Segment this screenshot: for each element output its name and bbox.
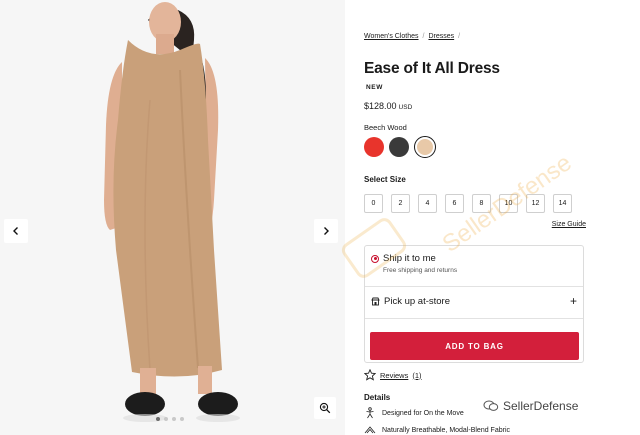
- gallery-dot[interactable]: [156, 417, 160, 421]
- price-currency: USD: [398, 104, 413, 111]
- product-image: [0, 0, 345, 435]
- watermark-text: SellerDefense: [503, 399, 579, 413]
- reviews-label: Reviews: [380, 370, 409, 380]
- ship-option[interactable]: Ship it to me Free shipping and returns: [371, 253, 457, 274]
- expand-plus-icon[interactable]: +: [570, 295, 577, 307]
- store-icon: [371, 297, 380, 305]
- gallery-dot[interactable]: [180, 417, 184, 421]
- add-to-bag-button[interactable]: ADD TO BAG: [370, 332, 579, 360]
- fulfillment-panel: Ship it to me Free shipping and returns …: [364, 245, 584, 363]
- breadcrumb-link-womens-clothes[interactable]: Women's Clothes: [364, 33, 419, 40]
- breadcrumb: Women's Clothes / Dresses /: [364, 33, 460, 40]
- chat-bubble-icon: [483, 400, 499, 411]
- size-option[interactable]: 14: [553, 194, 572, 213]
- product-gallery: [0, 0, 345, 435]
- color-swatch-charcoal[interactable]: [389, 137, 409, 157]
- product-price: $128.00 USD: [364, 101, 412, 111]
- size-option[interactable]: 8: [472, 194, 491, 213]
- watermark-badge: SellerDefense: [483, 399, 578, 413]
- price-amount: $128.00: [364, 101, 397, 111]
- breadcrumb-link-dresses[interactable]: Dresses: [428, 33, 454, 40]
- feature-item: Naturally Breathable, Modal-Blend Fabric: [364, 425, 510, 435]
- ship-radio[interactable]: [371, 254, 379, 263]
- breadcrumb-separator: /: [458, 33, 461, 40]
- size-option[interactable]: 4: [418, 194, 437, 213]
- ship-option-subtitle: Free shipping and returns: [383, 267, 458, 274]
- divider: [365, 318, 583, 319]
- chevron-left-icon: [13, 227, 18, 235]
- fabric-icon: [364, 426, 376, 434]
- product-details: Women's Clothes / Dresses / Ease of It A…: [364, 0, 586, 435]
- feature-label: Designed for On the Move: [382, 409, 464, 417]
- reviews-link[interactable]: Reviews (1): [364, 369, 422, 381]
- ship-option-title: Ship it to me: [383, 253, 436, 264]
- pickup-option-title: Pick up at-store: [384, 295, 450, 307]
- color-swatch-beech-wood[interactable]: [414, 136, 436, 158]
- gallery-pagination: [156, 417, 184, 421]
- feature-label: Naturally Breathable, Modal-Blend Fabric: [382, 426, 511, 434]
- move-figure-icon: [366, 407, 374, 419]
- color-swatches: [364, 136, 436, 158]
- star-icon: [364, 369, 376, 381]
- selected-color-name: Beech Wood: [364, 123, 407, 132]
- breadcrumb-separator: /: [422, 33, 425, 40]
- size-option[interactable]: 10: [499, 194, 518, 213]
- product-title: Ease of It All Dress: [364, 60, 500, 77]
- details-heading: Details: [364, 393, 391, 402]
- chevron-right-icon: [324, 227, 329, 235]
- size-option[interactable]: 0: [364, 194, 383, 213]
- pickup-option[interactable]: Pick up at-store +: [371, 295, 577, 307]
- reviews-count: (1): [412, 370, 422, 380]
- size-option[interactable]: 12: [526, 194, 545, 213]
- size-option[interactable]: 2: [391, 194, 410, 213]
- gallery-dot[interactable]: [172, 417, 176, 421]
- color-swatch-red[interactable]: [364, 137, 384, 157]
- divider: [365, 286, 583, 287]
- next-image-button[interactable]: [314, 219, 338, 243]
- size-guide-link[interactable]: Size Guide: [552, 221, 586, 228]
- new-badge: NEW: [366, 84, 383, 91]
- zoom-button[interactable]: [314, 397, 336, 419]
- previous-image-button[interactable]: [4, 219, 28, 243]
- zoom-in-icon: [319, 402, 331, 414]
- select-size-label: Select Size: [364, 175, 406, 184]
- size-option[interactable]: 6: [445, 194, 464, 213]
- gallery-dot[interactable]: [164, 417, 168, 421]
- feature-item: Designed for On the Move: [364, 407, 464, 419]
- size-selector: 0 2 4 6 8 10 12 14: [364, 194, 572, 213]
